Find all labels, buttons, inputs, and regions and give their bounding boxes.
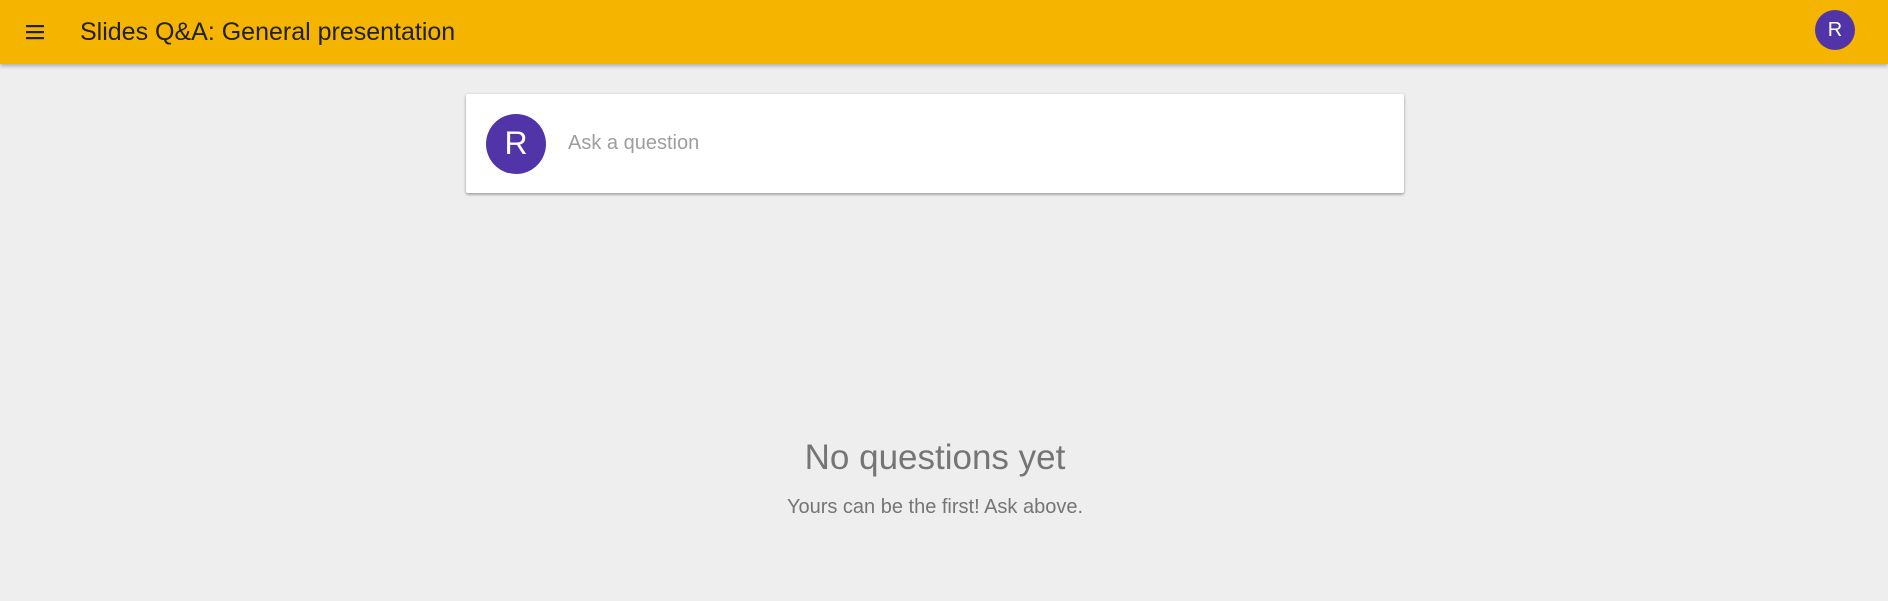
ask-question-card: R	[466, 94, 1404, 193]
empty-state: No questions yet Yours can be the first!…	[466, 430, 1404, 519]
empty-state-subtitle: Yours can be the first! Ask above.	[786, 496, 1084, 518]
page-title: Slides Q&A: General presentation	[80, 17, 456, 46]
avatar: R	[486, 113, 546, 174]
ask-question-input[interactable]	[566, 122, 1384, 165]
account-avatar[interactable]: R	[1815, 10, 1855, 50]
empty-state-title: No questions yet	[804, 438, 1066, 477]
menu-button[interactable]	[0, 0, 70, 64]
menu-icon	[23, 20, 47, 44]
top-app-bar: Slides Q&A: General presentation R	[0, 0, 1888, 64]
